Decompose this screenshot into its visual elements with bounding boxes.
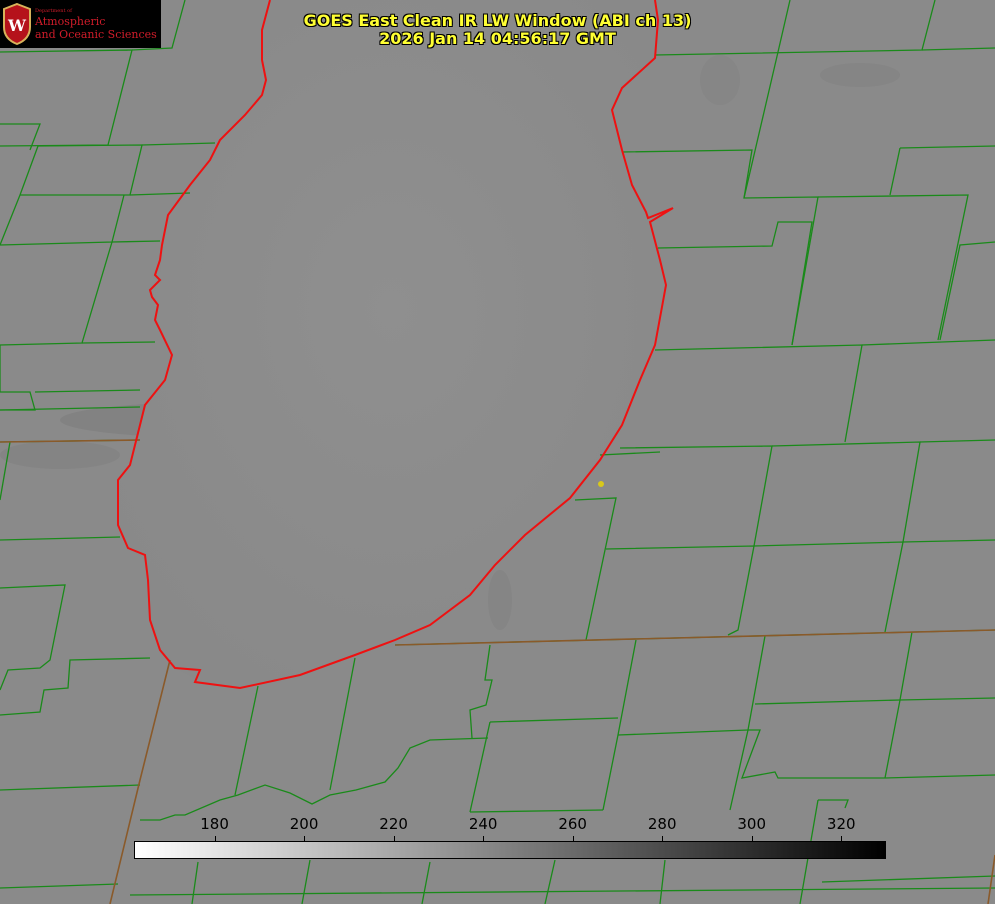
- colorbar-tick-label: 280: [647, 815, 677, 833]
- colorbar-tick-label: 260: [558, 815, 587, 833]
- colorbar-tick-label: 300: [737, 815, 767, 833]
- station-marker: [598, 481, 604, 487]
- satellite-map: [0, 0, 995, 904]
- image-title: GOES East Clean IR LW Window (ABI ch 13): [303, 11, 692, 30]
- colorbar-tick-label: 220: [379, 815, 408, 833]
- colorbar: [134, 841, 886, 859]
- colorbar-tick-label: 180: [200, 815, 229, 833]
- image-timestamp: 2026 Jan 14 04:56:17 GMT: [379, 29, 616, 48]
- colorbar-tick-label: 200: [289, 815, 319, 833]
- colorbar-tick-label: 240: [468, 815, 498, 833]
- colorbar-tick-label: 320: [826, 815, 856, 833]
